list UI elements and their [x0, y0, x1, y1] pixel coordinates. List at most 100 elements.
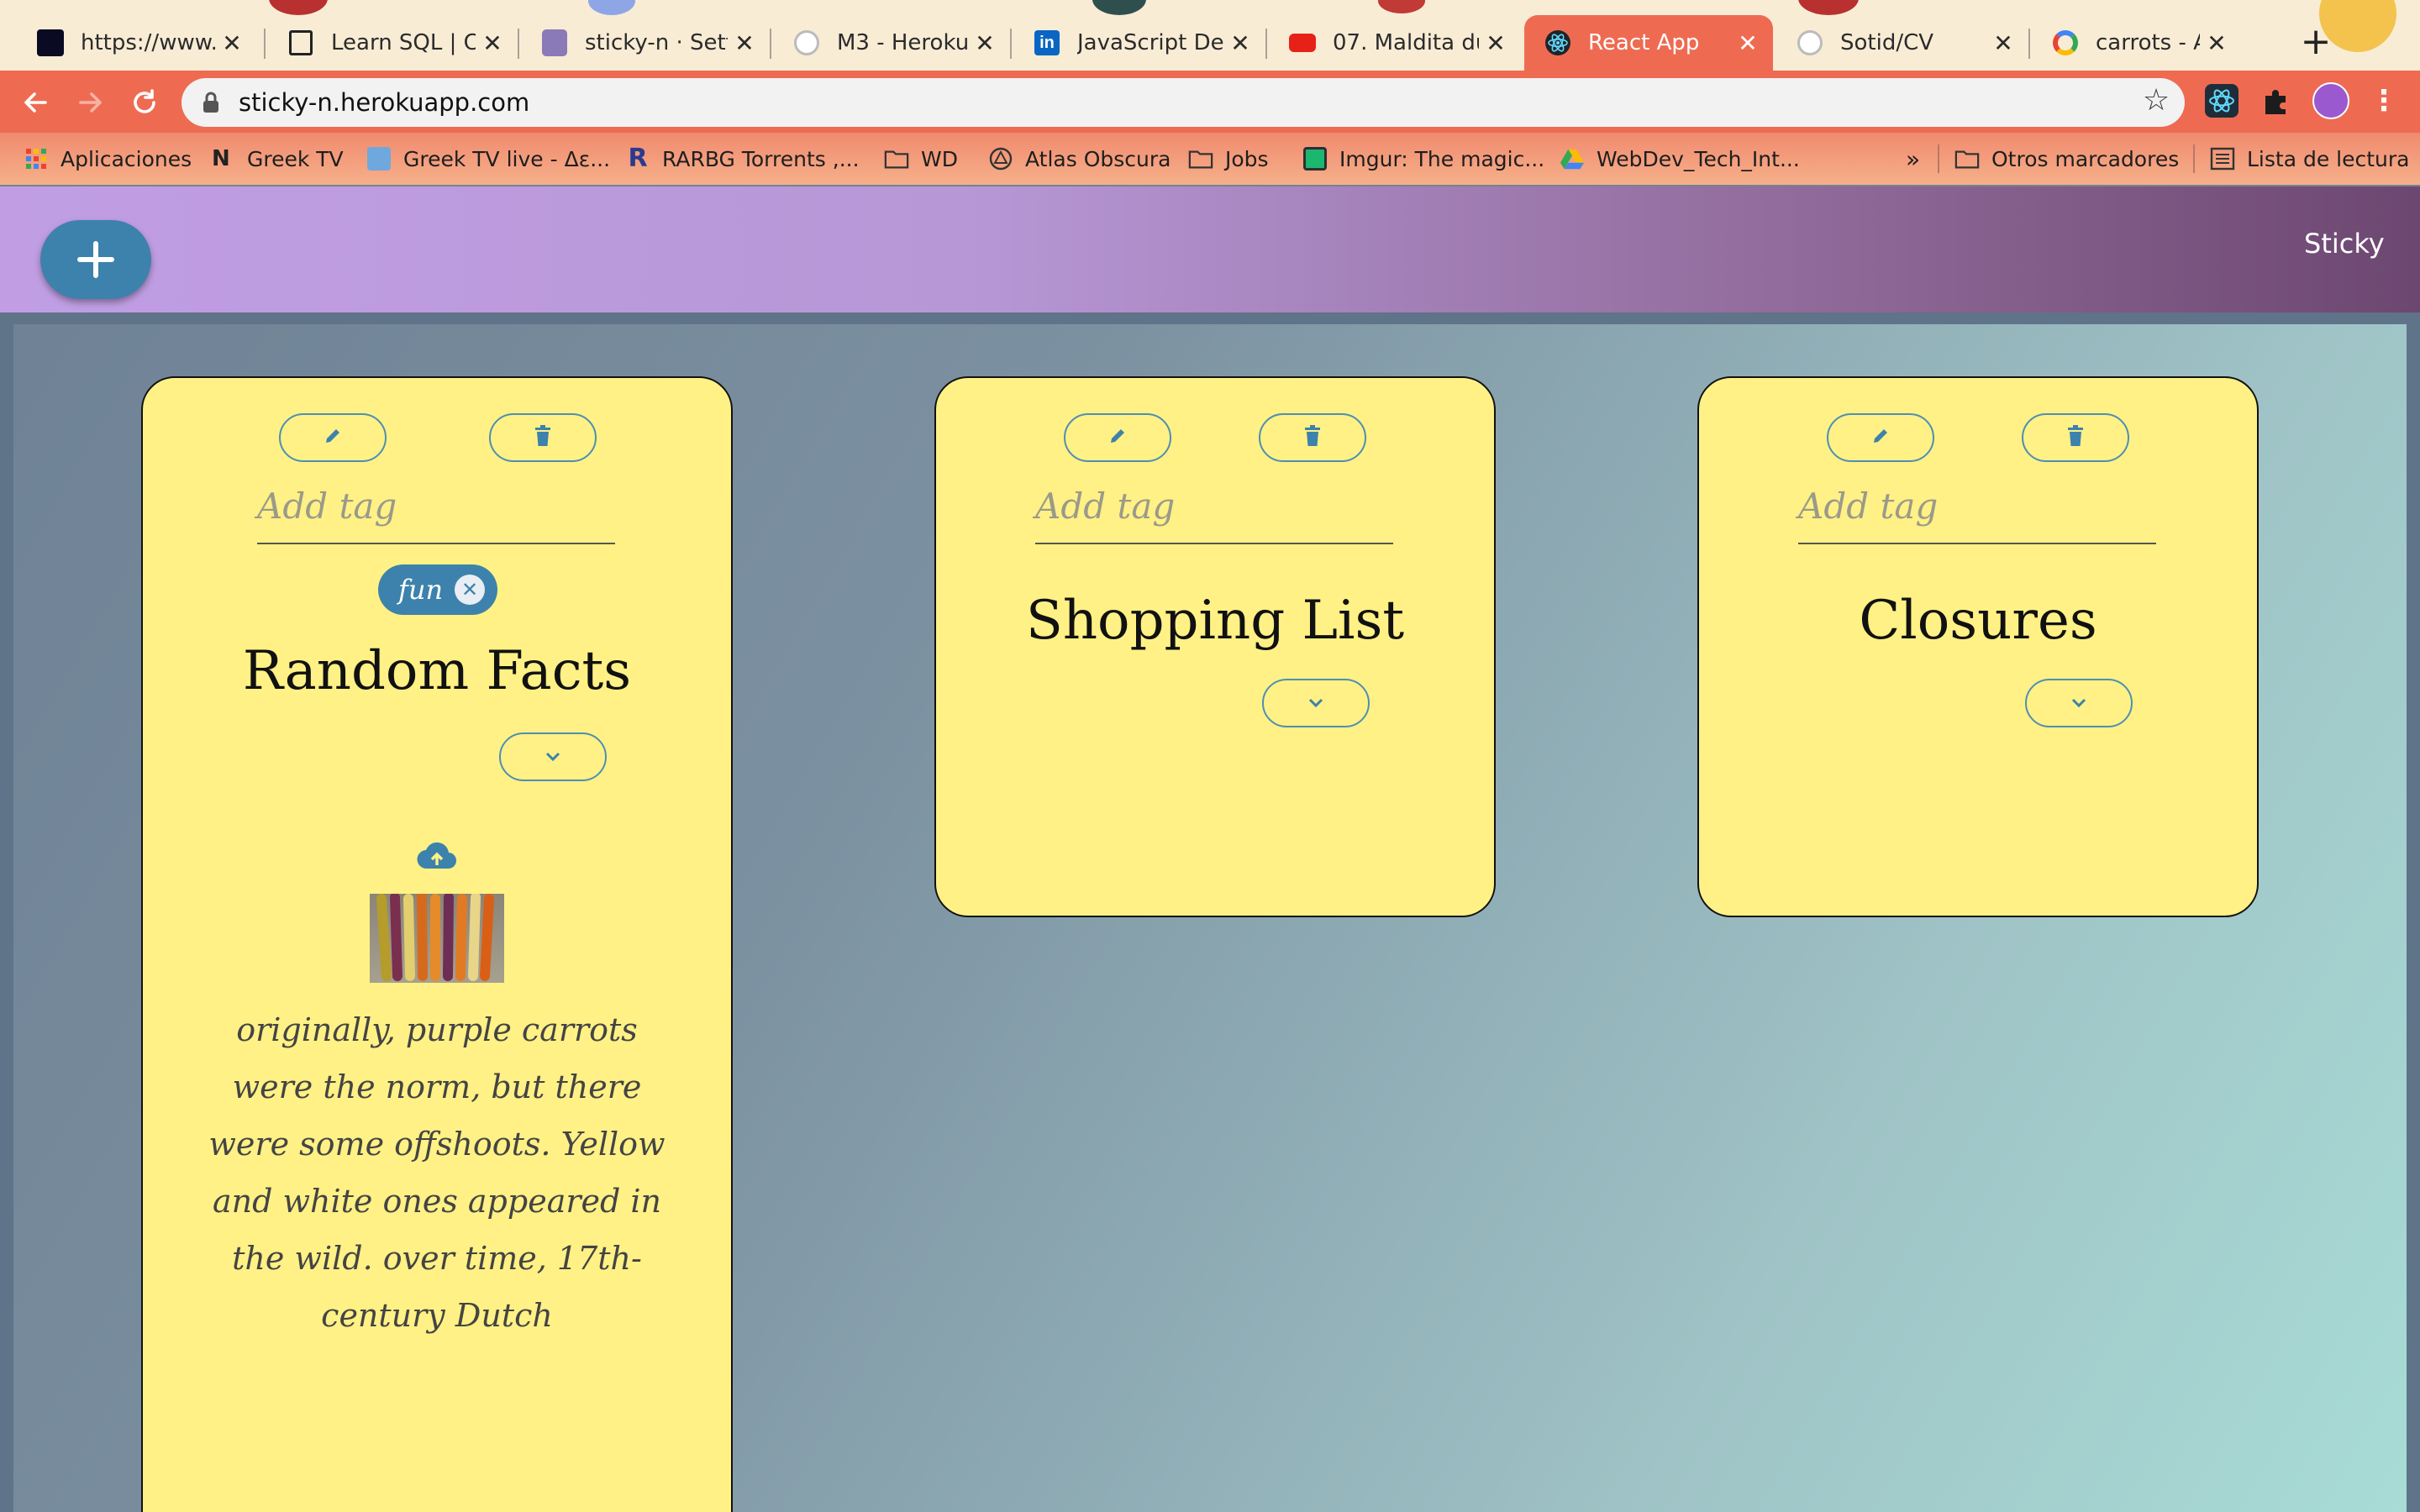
close-tab-icon[interactable]: ✕ [476, 29, 509, 57]
app-brand-title: Sticky [2304, 228, 2385, 260]
bookmark-other-bookmarks[interactable]: Otros marcadores [1954, 141, 2179, 176]
profile-avatar-icon[interactable] [2312, 82, 2349, 119]
bookmark-greek-tv[interactable]: N Greek TV [210, 141, 344, 176]
add-tag-input[interactable]: Add tag [257, 486, 397, 527]
delete-note-button[interactable] [1259, 413, 1366, 462]
back-arrow-icon[interactable] [17, 84, 54, 121]
more-bookmarks-button[interactable]: » [1906, 141, 1920, 176]
add-tag-input[interactable]: Add tag [1798, 486, 1938, 527]
pencil-icon [323, 426, 343, 449]
tab-heroku-github[interactable]: M3 - Heroku D ✕ [773, 15, 1010, 71]
atlas-obscura-icon [988, 146, 1013, 171]
reading-list-icon [2210, 146, 2235, 171]
tab-separator [518, 29, 519, 59]
note-title[interactable]: Closures [1716, 590, 2240, 652]
close-tab-icon[interactable]: ✕ [1986, 29, 2020, 57]
bookmark-label: RARBG Torrents ,... [662, 146, 860, 171]
heroku-icon [541, 29, 568, 56]
rarbg-icon: R [628, 144, 648, 173]
bookmark-label: Greek TV [247, 146, 344, 171]
linkedin-icon: in [1034, 29, 1060, 56]
tab-separator [1010, 29, 1012, 59]
trash-icon [534, 425, 552, 450]
chevron-down-icon [2070, 696, 2087, 711]
bookmark-rarbg[interactable]: R RARBG Torrents ,... [625, 141, 860, 176]
bookmark-label: Atlas Obscura [1025, 146, 1171, 171]
edit-note-button[interactable] [279, 413, 387, 462]
note-body-text[interactable]: originally, purple carrots were the norm… [192, 1001, 682, 1344]
youtube-icon [1289, 29, 1316, 56]
react-devtools-extension-icon[interactable] [2205, 84, 2238, 118]
freecodecamp-icon [37, 29, 64, 56]
edit-note-button[interactable] [1064, 413, 1171, 462]
folder-icon [1188, 146, 1213, 171]
add-tag-input[interactable]: Add tag [1035, 486, 1175, 527]
tab-youtube[interactable]: 07. Maldita dul ✕ [1269, 15, 1521, 71]
pencil-icon [1107, 426, 1128, 449]
tab-title: sticky-n · Setti [585, 30, 728, 55]
bookmark-star-icon[interactable]: ☆ [2139, 84, 2173, 118]
tab-title: Learn SQL | Co [331, 30, 476, 55]
bookmark-label: Lista de lectura [2247, 146, 2410, 171]
close-tab-icon[interactable]: ✕ [1223, 29, 1257, 57]
bookmark-imgur[interactable]: Imgur: The magic... [1302, 141, 1544, 176]
close-tab-icon[interactable]: ✕ [728, 29, 761, 57]
reload-icon[interactable] [126, 84, 163, 121]
note-title[interactable]: Random Facts [175, 640, 699, 702]
board-frame [2407, 324, 2420, 1512]
imgur-icon [1302, 146, 1328, 171]
bookmark-label: Imgur: The magic... [1339, 146, 1545, 171]
greek-tv-live-icon [366, 146, 392, 171]
close-tab-icon[interactable]: ✕ [215, 29, 249, 57]
delete-note-button[interactable] [2022, 413, 2129, 462]
bookmark-webdev-tech[interactable]: WebDev_Tech_Int... [1560, 141, 1800, 176]
upload-cloud-icon[interactable] [415, 840, 459, 874]
browser-menu-icon[interactable]: ⋮ [2370, 82, 2398, 119]
bookmark-folder-wd[interactable]: WD [884, 141, 958, 176]
tab-separator [1265, 29, 1267, 59]
github-icon [793, 29, 820, 56]
reading-list-button[interactable]: Lista de lectura [2210, 141, 2409, 176]
tab-linkedin[interactable]: in JavaScript Dev ✕ [1013, 15, 1265, 71]
tag-chip: fun ✕ [378, 564, 497, 615]
close-tab-icon[interactable]: ✕ [2200, 29, 2233, 57]
new-tab-button[interactable]: + [2296, 24, 2336, 64]
close-tab-icon[interactable]: ✕ [1731, 29, 1765, 57]
bookmark-atlas-obscura[interactable]: Atlas Obscura [988, 141, 1171, 176]
bookmark-label: Otros marcadores [1991, 146, 2180, 171]
remove-tag-icon[interactable]: ✕ [455, 575, 486, 605]
tab-learn-sql[interactable]: Learn SQL | Co ✕ [267, 15, 518, 71]
bookmark-folder-jobs[interactable]: Jobs [1188, 141, 1269, 176]
tab-sotid-cv[interactable]: Sotid/CV ✕ [1776, 15, 2028, 71]
tab-title: React App [1588, 30, 1700, 55]
carrots-photo [370, 894, 504, 983]
note-title[interactable]: Shopping List [953, 590, 1477, 652]
app-header [0, 186, 2420, 312]
forward-arrow-icon[interactable] [72, 84, 109, 121]
codecademy-icon [287, 29, 314, 56]
close-tab-icon[interactable]: ✕ [1479, 29, 1512, 57]
tab-carrots-search[interactable]: carrots - Αναζή ✕ [2032, 15, 2242, 71]
close-tab-icon[interactable]: ✕ [968, 29, 1002, 57]
edit-note-button[interactable] [1827, 413, 1934, 462]
url-text[interactable]: sticky-n.herokuapp.com [239, 87, 529, 118]
bookmark-aplicaciones[interactable]: Aplicaciones [24, 141, 192, 176]
tab-react-app[interactable]: React App ✕ [1524, 15, 1773, 71]
google-icon [2052, 29, 2079, 56]
expand-note-button[interactable] [2025, 679, 2133, 727]
tab-freecodecamp[interactable]: https://www.fre ✕ [17, 15, 257, 71]
expand-note-button[interactable] [1262, 679, 1370, 727]
apps-grid-icon [24, 146, 49, 171]
bookmark-greek-tv-live[interactable]: Greek TV live - Δε... [366, 141, 610, 176]
add-note-button[interactable] [40, 220, 151, 299]
tab-title: Sotid/CV [1840, 30, 1934, 55]
delete-note-button[interactable] [489, 413, 597, 462]
expand-note-button[interactable] [499, 732, 607, 781]
pencil-icon [1870, 426, 1891, 449]
bookmark-label: Greek TV live - Δε... [403, 146, 611, 171]
tab-separator [264, 29, 266, 59]
lock-icon[interactable] [202, 91, 220, 114]
extensions-puzzle-icon[interactable] [2259, 84, 2292, 118]
tab-sticky-settings[interactable]: sticky-n · Setti ✕ [521, 15, 770, 71]
board-frame [0, 312, 2420, 324]
